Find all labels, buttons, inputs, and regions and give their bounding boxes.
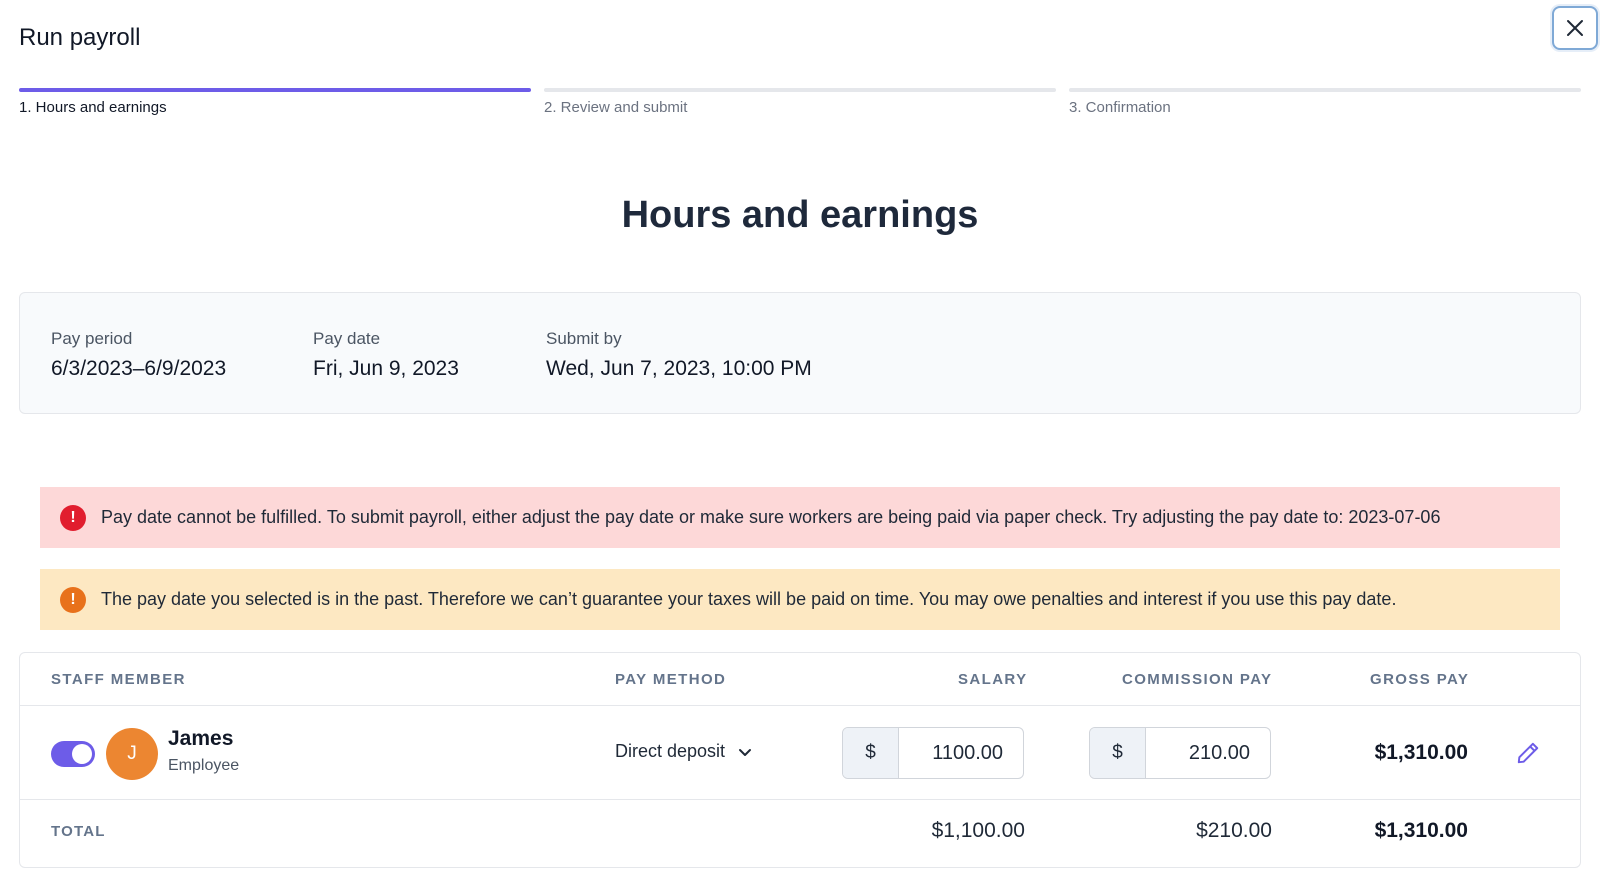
toggle-knob	[72, 744, 92, 764]
pay-date: Pay date Fri, Jun 9, 2023	[313, 329, 459, 381]
stepper: 1. Hours and earnings 2. Review and subm…	[19, 88, 1581, 116]
total-salary: $1,100.00	[931, 819, 1025, 842]
pay-method-dropdown[interactable]: Direct deposit	[615, 741, 753, 762]
commission-input[interactable]: $ 210.00	[1089, 727, 1271, 779]
total-label: TOTAL	[51, 823, 106, 840]
step-confirmation[interactable]: 3. Confirmation	[1069, 88, 1581, 116]
step-label: 2. Review and submit	[544, 99, 688, 116]
close-button[interactable]	[1552, 6, 1598, 50]
step-label: 3. Confirmation	[1069, 99, 1171, 116]
step-label: 1. Hours and earnings	[19, 99, 167, 116]
total-commission: $210.00	[1196, 819, 1272, 842]
gross-pay-value: $1,310.00	[1374, 741, 1468, 764]
salary-input[interactable]: $ 1100.00	[842, 727, 1024, 779]
step-progress-bar	[1069, 88, 1581, 92]
edit-button[interactable]	[1511, 736, 1545, 770]
error-alert-text: Pay date cannot be fulfilled. To submit …	[101, 507, 1441, 527]
pay-date-label: Pay date	[313, 329, 381, 348]
header-staff-member: STAFF MEMBER	[51, 671, 186, 688]
pay-period: Pay period 6/3/2023–6/9/2023	[51, 329, 226, 381]
pay-period-label: Pay period	[51, 329, 133, 348]
error-icon: !	[60, 504, 86, 531]
pencil-icon	[1517, 742, 1539, 764]
modal-title: Run payroll	[19, 24, 141, 51]
page-heading: Hours and earnings	[621, 194, 979, 236]
step-hours-and-earnings[interactable]: 1. Hours and earnings	[19, 88, 531, 116]
submit-by-value: Wed, Jun 7, 2023, 10:00 PM	[546, 357, 812, 380]
commission-value[interactable]: 210.00	[1146, 728, 1270, 778]
close-icon	[1567, 20, 1583, 36]
pay-period-value: 6/3/2023–6/9/2023	[51, 357, 227, 380]
totals-divider	[20, 799, 1580, 800]
warning-alert-text: The pay date you selected is in the past…	[101, 589, 1397, 609]
step-progress-bar	[544, 88, 1056, 92]
pay-method-value: Direct deposit	[615, 741, 726, 761]
pay-info-card: Pay period 6/3/2023–6/9/2023 Pay date Fr…	[19, 292, 1581, 414]
header-divider	[20, 705, 1580, 706]
header-pay-method: PAY METHOD	[615, 671, 727, 688]
commission-currency-prefix: $	[1090, 728, 1146, 778]
total-gross-pay: $1,310.00	[1374, 819, 1468, 842]
warning-icon: !	[60, 586, 86, 613]
salary-value[interactable]: 1100.00	[899, 728, 1023, 778]
submit-by: Submit by Wed, Jun 7, 2023, 10:00 PM	[546, 329, 812, 381]
header-commission-pay: COMMISSION PAY	[1122, 671, 1273, 688]
staff-enabled-toggle[interactable]	[51, 741, 95, 767]
header-salary: SALARY	[958, 671, 1028, 688]
employee-name: James	[168, 727, 234, 750]
avatar: J	[106, 728, 158, 780]
payroll-table: STAFF MEMBER PAY METHOD SALARY COMMISSIO…	[19, 652, 1581, 868]
error-alert: ! Pay date cannot be fulfilled. To submi…	[40, 487, 1560, 548]
step-review-and-submit[interactable]: 2. Review and submit	[544, 88, 1056, 116]
employee-role: Employee	[168, 757, 240, 774]
chevron-down-icon	[739, 748, 752, 756]
warning-alert: ! The pay date you selected is in the pa…	[40, 569, 1560, 630]
step-progress-bar	[19, 88, 531, 92]
pay-date-value: Fri, Jun 9, 2023	[313, 357, 459, 380]
header-gross-pay: GROSS PAY	[1370, 671, 1470, 688]
salary-currency-prefix: $	[843, 728, 899, 778]
submit-by-label: Submit by	[546, 329, 622, 348]
